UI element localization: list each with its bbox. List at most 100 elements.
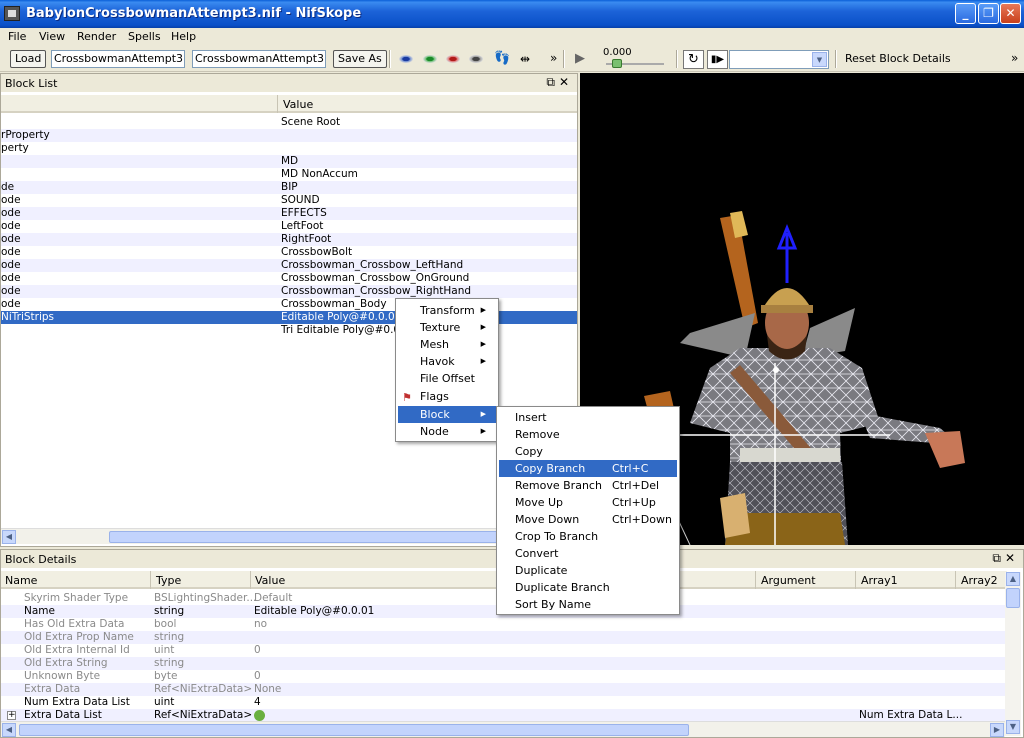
- menu-item-crop-to-branch[interactable]: Crop To Branch: [499, 528, 677, 545]
- menu-item-copy-branch[interactable]: Copy Branch Ctrl+C: [499, 460, 677, 477]
- menu-item-move-up[interactable]: Move Up Ctrl+Up: [499, 494, 677, 511]
- scroll-left-icon[interactable]: ◀: [2, 723, 16, 737]
- menu-item-transform[interactable]: Transform ▶: [398, 302, 496, 319]
- reset-block-details-button[interactable]: Reset Block Details: [845, 52, 951, 65]
- menu-item-move-down[interactable]: Move Down Ctrl+Down: [499, 511, 677, 528]
- menu-item-duplicate-branch[interactable]: Duplicate Branch: [499, 579, 677, 596]
- menu-item-copy[interactable]: Copy: [499, 443, 677, 460]
- menu-item-havok[interactable]: Havok ▶: [398, 353, 496, 370]
- column-divider[interactable]: [955, 571, 956, 589]
- block-row[interactable]: ode Crossbowman_Crossbow_RightHand: [1, 285, 577, 298]
- menu-render[interactable]: Render: [77, 30, 116, 43]
- column-name[interactable]: Name: [5, 574, 37, 587]
- block-row[interactable]: ode RightFoot: [1, 233, 577, 246]
- column-divider[interactable]: [250, 571, 251, 589]
- close-button[interactable]: ✕: [1000, 3, 1021, 24]
- menu-view[interactable]: View: [39, 30, 65, 43]
- block-row[interactable]: ode EFFECTS: [1, 207, 577, 220]
- save-file-field[interactable]: CrossbowmanAttempt3.nif: [192, 50, 326, 68]
- detail-row[interactable]: Old Extra Internal Id uint 0: [1, 644, 1007, 657]
- eye-green-icon[interactable]: [423, 55, 437, 63]
- block-details-hscrollbar[interactable]: ◀ ▶: [1, 721, 1005, 737]
- scroll-thumb[interactable]: [109, 531, 559, 543]
- detail-row[interactable]: Num Extra Data List uint 4: [1, 696, 1007, 709]
- scroll-down-icon[interactable]: ▼: [1006, 720, 1020, 734]
- detail-row[interactable]: Old Extra Prop Name string: [1, 631, 1007, 644]
- footprints-icon[interactable]: 👣: [494, 51, 510, 66]
- detail-row[interactable]: Has Old Extra Data bool no: [1, 618, 1007, 631]
- column-argument[interactable]: Argument: [761, 574, 816, 587]
- scroll-left-icon[interactable]: ◀: [2, 530, 16, 544]
- menu-help[interactable]: Help: [171, 30, 196, 43]
- load-button[interactable]: Load: [10, 50, 47, 68]
- column-array2[interactable]: Array2: [961, 574, 998, 587]
- scroll-up-icon[interactable]: ▲: [1006, 572, 1020, 586]
- menu-item-mesh[interactable]: Mesh ▶: [398, 336, 496, 353]
- toolbar-separator: [563, 50, 565, 68]
- block-row[interactable]: ode Crossbowman_Crossbow_LeftHand: [1, 259, 577, 272]
- menu-item-remove[interactable]: Remove: [499, 426, 677, 443]
- maximize-button[interactable]: ❐: [978, 3, 999, 24]
- block-list-column-header[interactable]: Value: [1, 95, 577, 113]
- menu-item-insert[interactable]: Insert: [499, 409, 677, 426]
- menu-file[interactable]: File: [8, 30, 26, 43]
- block-row[interactable]: ode Crossbowman_Crossbow_OnGround: [1, 272, 577, 285]
- loop-icon[interactable]: ↻: [683, 50, 704, 69]
- eye-blue-icon[interactable]: [399, 55, 413, 63]
- menu-item-file-offset[interactable]: File Offset: [398, 370, 496, 387]
- column-array1[interactable]: Array1: [861, 574, 898, 587]
- switch-icon[interactable]: ▮▶: [707, 50, 728, 69]
- menu-item-texture[interactable]: Texture ▶: [398, 319, 496, 336]
- app-icon[interactable]: [4, 6, 20, 21]
- detail-row[interactable]: Old Extra String string: [1, 657, 1007, 670]
- scroll-thumb[interactable]: [19, 724, 689, 736]
- animation-select[interactable]: ▼: [729, 50, 829, 69]
- block-row[interactable]: de BIP: [1, 181, 577, 194]
- menu-item-duplicate[interactable]: Duplicate: [499, 562, 677, 579]
- scroll-right-icon[interactable]: ▶: [990, 723, 1004, 737]
- block-row[interactable]: rProperty: [1, 129, 577, 142]
- link-icon[interactable]: [254, 710, 265, 721]
- expand-icon[interactable]: +: [7, 711, 16, 720]
- eye-red-icon[interactable]: [446, 55, 460, 63]
- menu-item-remove-branch[interactable]: Remove Branch Ctrl+Del: [499, 477, 677, 494]
- column-value[interactable]: Value: [283, 98, 313, 111]
- load-file-field[interactable]: CrossbowmanAttempt3.nif: [51, 50, 185, 68]
- menu-item-flags[interactable]: ⚑ Flags: [398, 388, 496, 405]
- block-row[interactable]: ode CrossbowBolt: [1, 246, 577, 259]
- minimize-button[interactable]: _: [955, 3, 976, 24]
- column-divider[interactable]: [755, 571, 756, 589]
- scroll-thumb[interactable]: [1006, 588, 1020, 608]
- block-row[interactable]: ode LeftFoot: [1, 220, 577, 233]
- menu-item-block[interactable]: Block ▶: [398, 406, 496, 423]
- detail-row[interactable]: Unknown Byte byte 0: [1, 670, 1007, 683]
- column-type[interactable]: Type: [156, 574, 181, 587]
- block-list-hscrollbar[interactable]: ◀: [1, 528, 577, 544]
- toolbar-overflow-icon[interactable]: »: [1011, 51, 1018, 65]
- menu-item-sort-by-name[interactable]: Sort By Name: [499, 596, 677, 613]
- detail-row[interactable]: Extra Data Ref<NiExtraData> None: [1, 683, 1007, 696]
- column-divider[interactable]: [150, 571, 151, 589]
- block-row[interactable]: Scene Root: [1, 116, 577, 129]
- play-icon[interactable]: ▶: [575, 51, 585, 66]
- block-row[interactable]: MD: [1, 155, 577, 168]
- block-details-vscrollbar[interactable]: ▲ ▼: [1005, 572, 1021, 736]
- column-divider[interactable]: [277, 95, 278, 113]
- menu-item-convert[interactable]: Convert: [499, 545, 677, 562]
- time-slider-handle[interactable]: [612, 59, 622, 68]
- toolbar-overflow-icon[interactable]: »: [550, 51, 557, 65]
- save-as-button[interactable]: Save As: [333, 50, 387, 68]
- eye-grey-icon[interactable]: [469, 55, 483, 63]
- menu-bar: File View Render Spells Help: [0, 28, 1024, 46]
- block-row[interactable]: MD NonAccum: [1, 168, 577, 181]
- panel-buttons[interactable]: ⧉✕: [546, 75, 573, 90]
- chevron-down-icon[interactable]: ▼: [812, 52, 827, 67]
- block-row[interactable]: perty: [1, 142, 577, 155]
- column-divider[interactable]: [855, 571, 856, 589]
- column-value[interactable]: Value: [255, 574, 285, 587]
- menu-item-node[interactable]: Node ▶: [398, 423, 496, 440]
- panel-buttons[interactable]: ⧉✕: [992, 551, 1019, 566]
- split-arrows-icon[interactable]: ⇹: [520, 52, 530, 66]
- block-row[interactable]: ode SOUND: [1, 194, 577, 207]
- menu-spells[interactable]: Spells: [128, 30, 161, 43]
